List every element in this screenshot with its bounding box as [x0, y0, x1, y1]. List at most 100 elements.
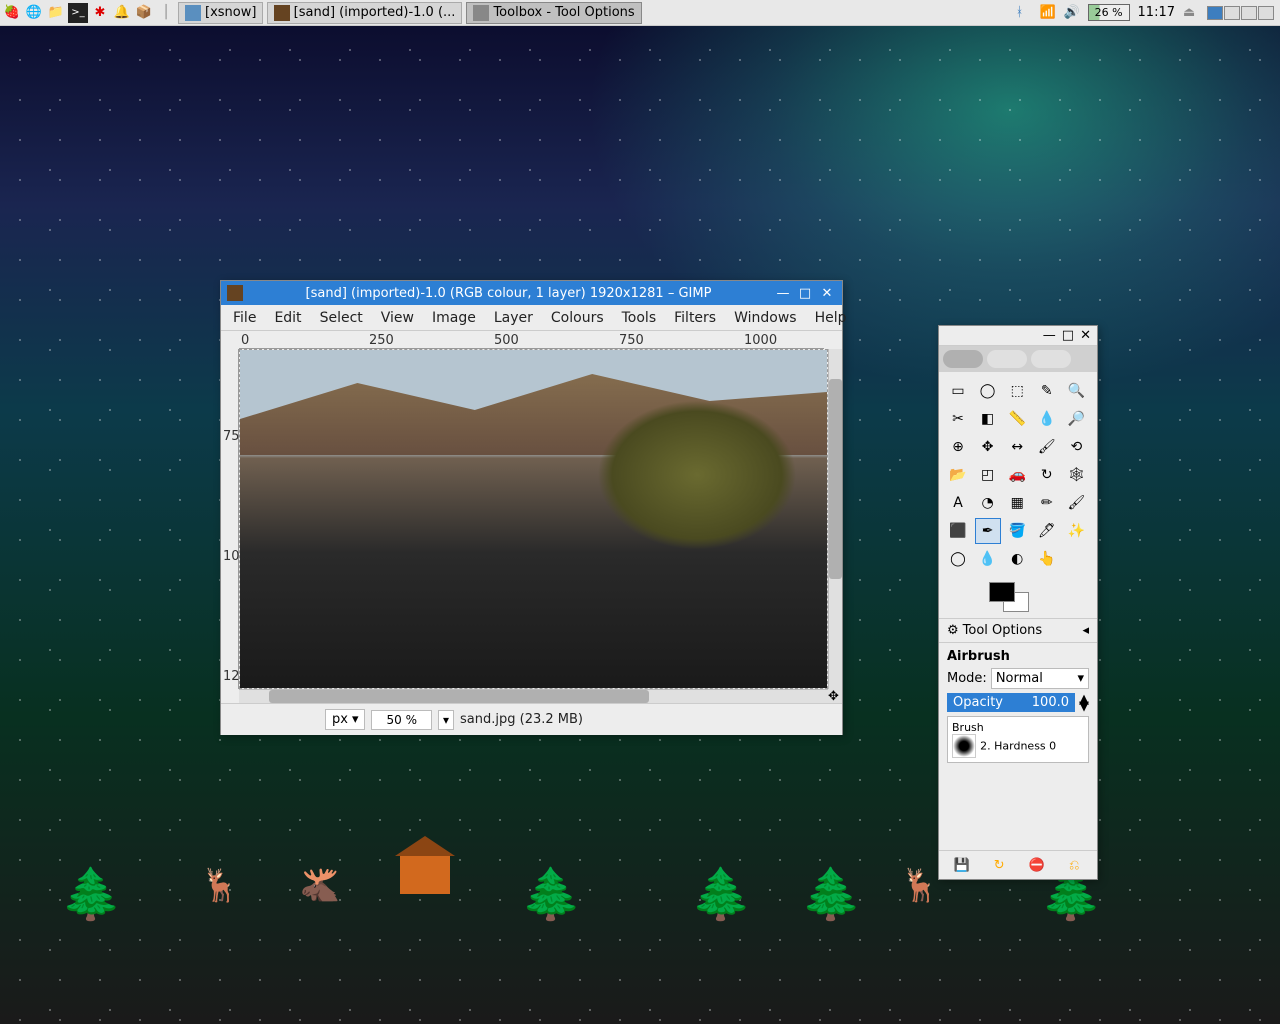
- terminal-icon[interactable]: >_: [68, 3, 88, 23]
- tool-button-8[interactable]: 💧: [1034, 406, 1060, 432]
- reset-icon[interactable]: ⎌: [1064, 855, 1084, 875]
- tool-button-21[interactable]: ◔: [975, 490, 1001, 516]
- workspace-switcher[interactable]: [1207, 6, 1274, 20]
- tool-button-25[interactable]: ⬛: [945, 518, 971, 544]
- task-gimp-image[interactable]: [sand] (imported)-1.0 (...: [267, 2, 462, 24]
- tool-button-3[interactable]: ✎: [1034, 378, 1060, 404]
- minimize-button[interactable]: —: [776, 286, 790, 301]
- canvas[interactable]: [239, 349, 828, 689]
- menu-image[interactable]: Image: [424, 307, 484, 329]
- nav-button-icon[interactable]: ✥: [828, 689, 842, 703]
- workspace-2[interactable]: [1224, 6, 1240, 20]
- tool-button-34[interactable]: [1063, 546, 1089, 572]
- workspace-3[interactable]: [1241, 6, 1257, 20]
- maximize-button[interactable]: □: [1062, 328, 1074, 343]
- tool-button-24[interactable]: 🖌: [1063, 490, 1089, 516]
- task-gimp-toolbox[interactable]: Toolbox - Tool Options: [466, 2, 641, 24]
- toolbox-titlebar[interactable]: — □ ✕: [939, 326, 1097, 346]
- wifi-icon[interactable]: 📶: [1040, 5, 1056, 21]
- menu-layer[interactable]: Layer: [486, 307, 541, 329]
- ruler-vertical[interactable]: 750 1000 1250: [221, 349, 239, 689]
- tool-button-11[interactable]: ✥: [975, 434, 1001, 460]
- tool-button-2[interactable]: ⬚: [1004, 378, 1030, 404]
- fg-color-swatch[interactable]: [989, 582, 1015, 602]
- scrollbar-horizontal[interactable]: [239, 689, 828, 703]
- tool-button-30[interactable]: ◯: [945, 546, 971, 572]
- tool-button-17[interactable]: 🚗: [1004, 462, 1030, 488]
- close-button[interactable]: ✕: [1080, 328, 1091, 343]
- tool-button-31[interactable]: 💧: [975, 546, 1001, 572]
- unit-selector[interactable]: px ▾: [325, 709, 365, 730]
- clock[interactable]: 11:17: [1138, 5, 1175, 20]
- minimize-button[interactable]: —: [1043, 328, 1056, 343]
- menu-windows[interactable]: Windows: [726, 307, 805, 329]
- bluetooth-icon[interactable]: ᚼ: [1016, 5, 1032, 21]
- mode-select[interactable]: Normal ▾: [991, 668, 1089, 689]
- tab-icon[interactable]: [943, 350, 983, 368]
- zoom-dropdown[interactable]: ▾: [438, 710, 454, 730]
- ruler-horizontal[interactable]: 0 250 500 750 1000: [239, 331, 824, 349]
- tool-button-4[interactable]: 🔍: [1063, 378, 1089, 404]
- tool-button-19[interactable]: 🕸: [1063, 462, 1089, 488]
- menu-select[interactable]: Select: [312, 307, 371, 329]
- brush-selector[interactable]: Brush 2. Hardness 0: [947, 716, 1089, 763]
- tool-button-22[interactable]: ▦: [1004, 490, 1030, 516]
- workspace-1[interactable]: [1207, 6, 1223, 20]
- menu-view[interactable]: View: [373, 307, 422, 329]
- packages-icon[interactable]: 📦: [134, 3, 154, 23]
- tool-button-14[interactable]: ⟲: [1063, 434, 1089, 460]
- tool-button-13[interactable]: 🖌: [1034, 434, 1060, 460]
- color-swatches[interactable]: [939, 578, 1097, 618]
- tool-button-26[interactable]: ✒: [975, 518, 1001, 544]
- volume-icon[interactable]: 🔊: [1064, 5, 1080, 21]
- tool-button-29[interactable]: ✨: [1063, 518, 1089, 544]
- restore-preset-icon[interactable]: ↻: [989, 855, 1009, 875]
- menu-file[interactable]: File: [225, 307, 264, 329]
- close-button[interactable]: ✕: [820, 286, 834, 301]
- titlebar[interactable]: [sand] (imported)-1.0 (RGB colour, 1 lay…: [221, 281, 842, 305]
- scrollbar-vertical[interactable]: [828, 349, 842, 689]
- task-xsnow[interactable]: [xsnow]: [178, 2, 263, 24]
- scrollbar-thumb[interactable]: [269, 690, 649, 703]
- menu-tools[interactable]: Tools: [614, 307, 665, 329]
- tool-options-header[interactable]: ⚙ Tool Options ◂: [939, 618, 1097, 643]
- tool-button-0[interactable]: ▭: [945, 378, 971, 404]
- maximize-button[interactable]: □: [798, 286, 812, 301]
- menu-edit[interactable]: Edit: [266, 307, 309, 329]
- battery-indicator[interactable]: 26 %: [1088, 4, 1130, 21]
- tool-button-16[interactable]: ◰: [975, 462, 1001, 488]
- tool-button-18[interactable]: ↻: [1034, 462, 1060, 488]
- web-browser-icon[interactable]: 🌐: [24, 3, 44, 23]
- spin-down-icon[interactable]: ▼: [1079, 703, 1089, 710]
- menu-filters[interactable]: Filters: [666, 307, 724, 329]
- tool-button-7[interactable]: 📏: [1004, 406, 1030, 432]
- eject-icon[interactable]: ⏏: [1183, 5, 1199, 21]
- tool-button-23[interactable]: ✏: [1034, 490, 1060, 516]
- menu-icon[interactable]: ◂: [1082, 623, 1089, 638]
- tab-icon[interactable]: [987, 350, 1027, 368]
- workspace-4[interactable]: [1258, 6, 1274, 20]
- scrollbar-thumb[interactable]: [829, 379, 842, 579]
- tool-button-1[interactable]: ◯: [975, 378, 1001, 404]
- tool-button-5[interactable]: ✂: [945, 406, 971, 432]
- file-manager-icon[interactable]: 📁: [46, 3, 66, 23]
- menu-colours[interactable]: Colours: [543, 307, 612, 329]
- menu-raspberry-icon[interactable]: 🍓: [2, 3, 22, 23]
- opacity-slider[interactable]: Opacity 100.0: [947, 693, 1075, 712]
- tool-button-10[interactable]: ⊕: [945, 434, 971, 460]
- save-preset-icon[interactable]: 💾: [952, 855, 972, 875]
- tab-icon[interactable]: [1031, 350, 1071, 368]
- tool-button-32[interactable]: ◐: [1004, 546, 1030, 572]
- tool-button-6[interactable]: ◧: [975, 406, 1001, 432]
- menu-help[interactable]: Help: [807, 307, 855, 329]
- tool-button-27[interactable]: 🪣: [1004, 518, 1030, 544]
- app-icon[interactable]: 🔔: [112, 3, 132, 23]
- tool-button-28[interactable]: 🖊: [1034, 518, 1060, 544]
- delete-preset-icon[interactable]: ⛔: [1027, 855, 1047, 875]
- tool-button-33[interactable]: 👆: [1034, 546, 1060, 572]
- zoom-level[interactable]: 50 %: [371, 710, 432, 730]
- bug-icon[interactable]: ✱: [90, 3, 110, 23]
- tool-button-20[interactable]: A: [945, 490, 971, 516]
- tool-button-12[interactable]: ↔: [1004, 434, 1030, 460]
- tool-button-9[interactable]: 🔎: [1063, 406, 1089, 432]
